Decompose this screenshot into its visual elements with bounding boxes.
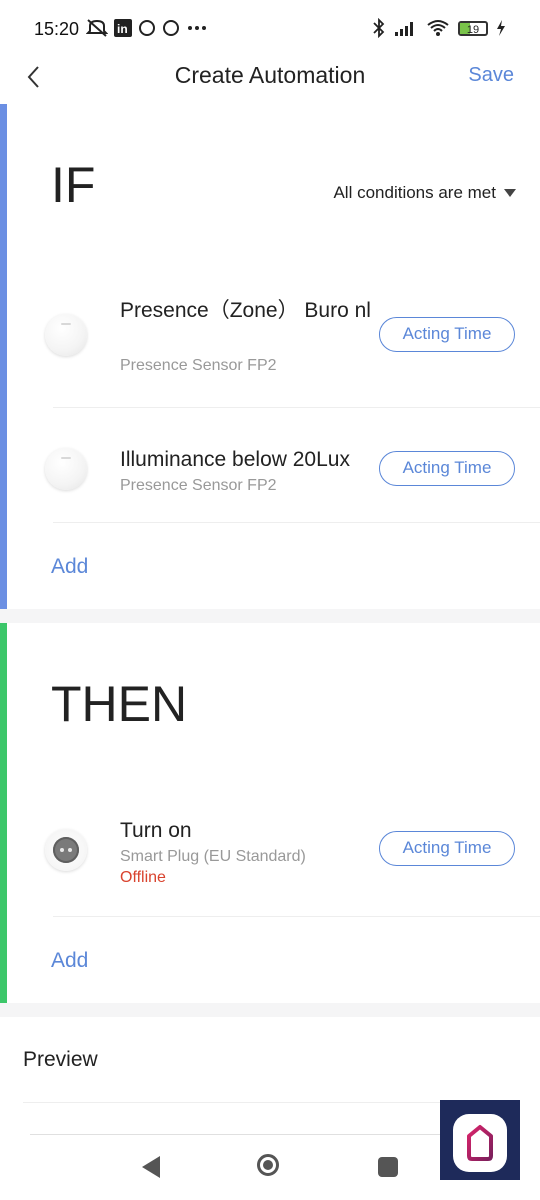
status-right-icons: 19 [372,18,506,38]
acting-time-button[interactable]: Acting Time [379,831,515,866]
signal-icon [395,22,413,36]
condition-device: Presence Sensor FP2 [120,477,277,494]
presence-sensor-icon [45,448,87,490]
acting-time-button[interactable]: Acting Time [379,317,515,352]
row-divider [53,522,540,523]
battery-icon: 19 [458,20,488,36]
add-condition-button[interactable]: Add [51,555,88,579]
condition-title: Illuminance below 20Lux [120,448,350,471]
bluetooth-icon [373,18,385,38]
mute-icon [86,19,108,37]
page-title: Create Automation [174,62,366,88]
linkedin-icon: in [114,19,132,37]
home-logo-icon [467,1125,493,1161]
nav-back-icon[interactable] [142,1156,160,1178]
list-divider [30,1134,510,1135]
charging-icon [497,20,505,36]
acting-time-button[interactable]: Acting Time [379,451,515,486]
caret-down-icon [504,189,516,197]
app-logo [453,1114,507,1172]
smart-plug-icon [45,829,87,871]
more-icon [188,26,206,30]
action-title: Turn on [120,819,192,842]
svg-text:in: in [117,22,128,36]
condition-mode-dropdown[interactable]: All conditions are met [333,183,516,203]
action-device: Smart Plug (EU Standard) [120,848,306,865]
wifi-icon [427,20,449,36]
battery-level: 19 [466,23,480,36]
nav-home-icon[interactable] [257,1154,279,1176]
offline-status: Offline [120,869,166,886]
nav-recents-icon[interactable] [378,1157,398,1177]
row-divider [53,916,540,917]
save-button[interactable]: Save [468,64,514,87]
if-section: IF All conditions are met Presence（Zone）… [0,104,540,609]
section-gap [0,1003,540,1017]
condition-title: Presence（Zone） Buro nl [120,299,371,322]
presence-sensor-icon [45,314,87,356]
circle-icon [139,20,155,36]
app-header: Create Automation Save [0,58,540,104]
status-bar: 15:20 in 19 [0,0,540,58]
section-gap [0,609,540,623]
preview-item[interactable]: Preview [23,1048,98,1072]
status-time: 15:20 [34,19,80,39]
if-condition-item[interactable]: Illuminance below 20Lux Presence Sensor … [0,408,540,522]
condition-device: Presence Sensor FP2 [120,357,277,374]
add-action-button[interactable]: Add [51,949,88,973]
then-section: THEN Turn on Smart Plug (EU Standard) Of… [0,623,540,1003]
if-condition-item[interactable]: Presence（Zone） Buro nl Presence Sensor F… [0,284,540,407]
then-label: THEN [51,676,188,732]
app-logo-badge [440,1100,520,1180]
status-left-icons: in [86,18,208,38]
if-label: IF [51,157,96,213]
condition-mode-label: All conditions are met [333,183,496,202]
circle-icon [163,20,179,36]
then-action-item[interactable]: Turn on Smart Plug (EU Standard) Offline… [0,793,540,917]
